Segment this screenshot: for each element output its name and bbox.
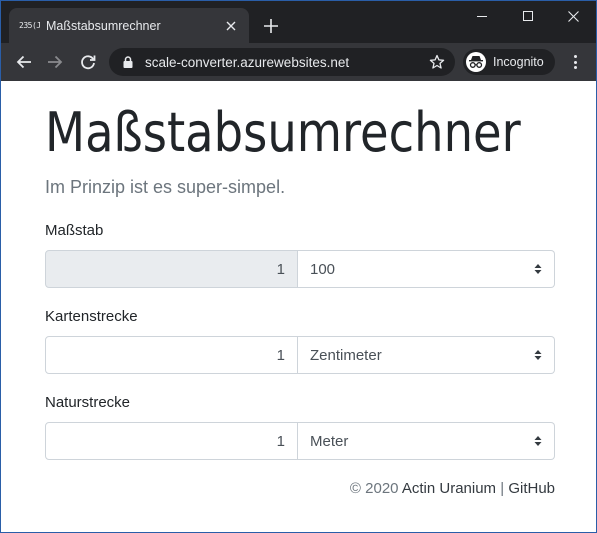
sort-arrows-icon (534, 264, 542, 274)
copyright-text: © 2020 (349, 480, 399, 497)
maximize-button[interactable] (505, 1, 551, 31)
browser-toolbar: scale-converter.azurewebsites.net Incogn… (1, 43, 596, 81)
forward-button[interactable] (41, 48, 69, 76)
close-tab-icon[interactable] (223, 18, 239, 34)
scale-input-group: 100 (45, 250, 555, 288)
scale-select-value: 100 (310, 260, 336, 278)
browser-tab[interactable]: 235(J Maßstabsumrechner (9, 8, 249, 43)
author-link[interactable]: Actin Uranium (402, 480, 496, 497)
map-distance-unit-select[interactable]: Zentimeter (298, 336, 555, 374)
page-title: Maßstabsumrechner (45, 101, 521, 164)
map-distance-label: Kartenstrecke (45, 308, 138, 325)
menu-dot-icon (573, 66, 577, 69)
incognito-button[interactable]: Incognito (463, 49, 555, 75)
arrow-right-icon (48, 55, 63, 69)
menu-dot-icon (573, 60, 577, 64)
arrow-left-icon (16, 55, 31, 69)
incognito-label: Incognito (493, 55, 544, 69)
star-icon[interactable] (429, 54, 445, 70)
real-distance-input[interactable] (45, 422, 298, 460)
footer-separator: | (500, 480, 505, 497)
real-distance-unit-select[interactable]: Meter (298, 422, 555, 460)
page-lead: Im Prinzip ist es super-simpel. (45, 177, 286, 197)
browser-menu-button[interactable] (567, 53, 583, 71)
sort-arrows-icon (534, 436, 542, 446)
real-distance-label: Naturstrecke (45, 394, 131, 411)
back-button[interactable] (10, 48, 38, 76)
address-bar[interactable]: scale-converter.azurewebsites.net (109, 48, 455, 76)
github-link[interactable]: GitHub (508, 480, 555, 497)
scale-input[interactable] (45, 250, 298, 288)
map-distance-input-group: Zentimeter (45, 336, 555, 374)
map-distance-unit-value: Zentimeter (310, 346, 382, 364)
favicon-icon: 235(J (19, 20, 41, 30)
menu-dot-icon (573, 55, 577, 58)
minimize-icon (477, 15, 487, 17)
reload-icon (81, 55, 96, 70)
map-distance-input[interactable] (45, 336, 298, 374)
close-window-button[interactable] (550, 1, 596, 31)
page-content: Maßstabsumrechner Im Prinzip ist es supe… (1, 81, 596, 532)
maximize-icon (523, 11, 533, 21)
incognito-icon (466, 52, 486, 72)
tab-title: Maßstabsumrechner (46, 18, 161, 33)
page-footer: © 2020 Actin Uranium | GitHub (350, 480, 555, 497)
lock-icon (123, 56, 133, 68)
close-icon (567, 10, 579, 22)
reload-button[interactable] (74, 48, 102, 76)
scale-label: Maßstab (45, 222, 104, 239)
new-tab-button[interactable] (259, 14, 283, 38)
minimize-button[interactable] (459, 1, 505, 31)
scale-select[interactable]: 100 (298, 250, 555, 288)
sort-arrows-icon (534, 350, 542, 360)
tab-strip: 235(J Maßstabsumrechner (1, 1, 596, 43)
browser-window: 235(J Maßstabsumrechner scale-converter.… (0, 0, 597, 533)
real-distance-unit-value: Meter (310, 432, 349, 450)
url-text: scale-converter.azurewebsites.net (145, 54, 350, 70)
real-distance-input-group: Meter (45, 422, 555, 460)
